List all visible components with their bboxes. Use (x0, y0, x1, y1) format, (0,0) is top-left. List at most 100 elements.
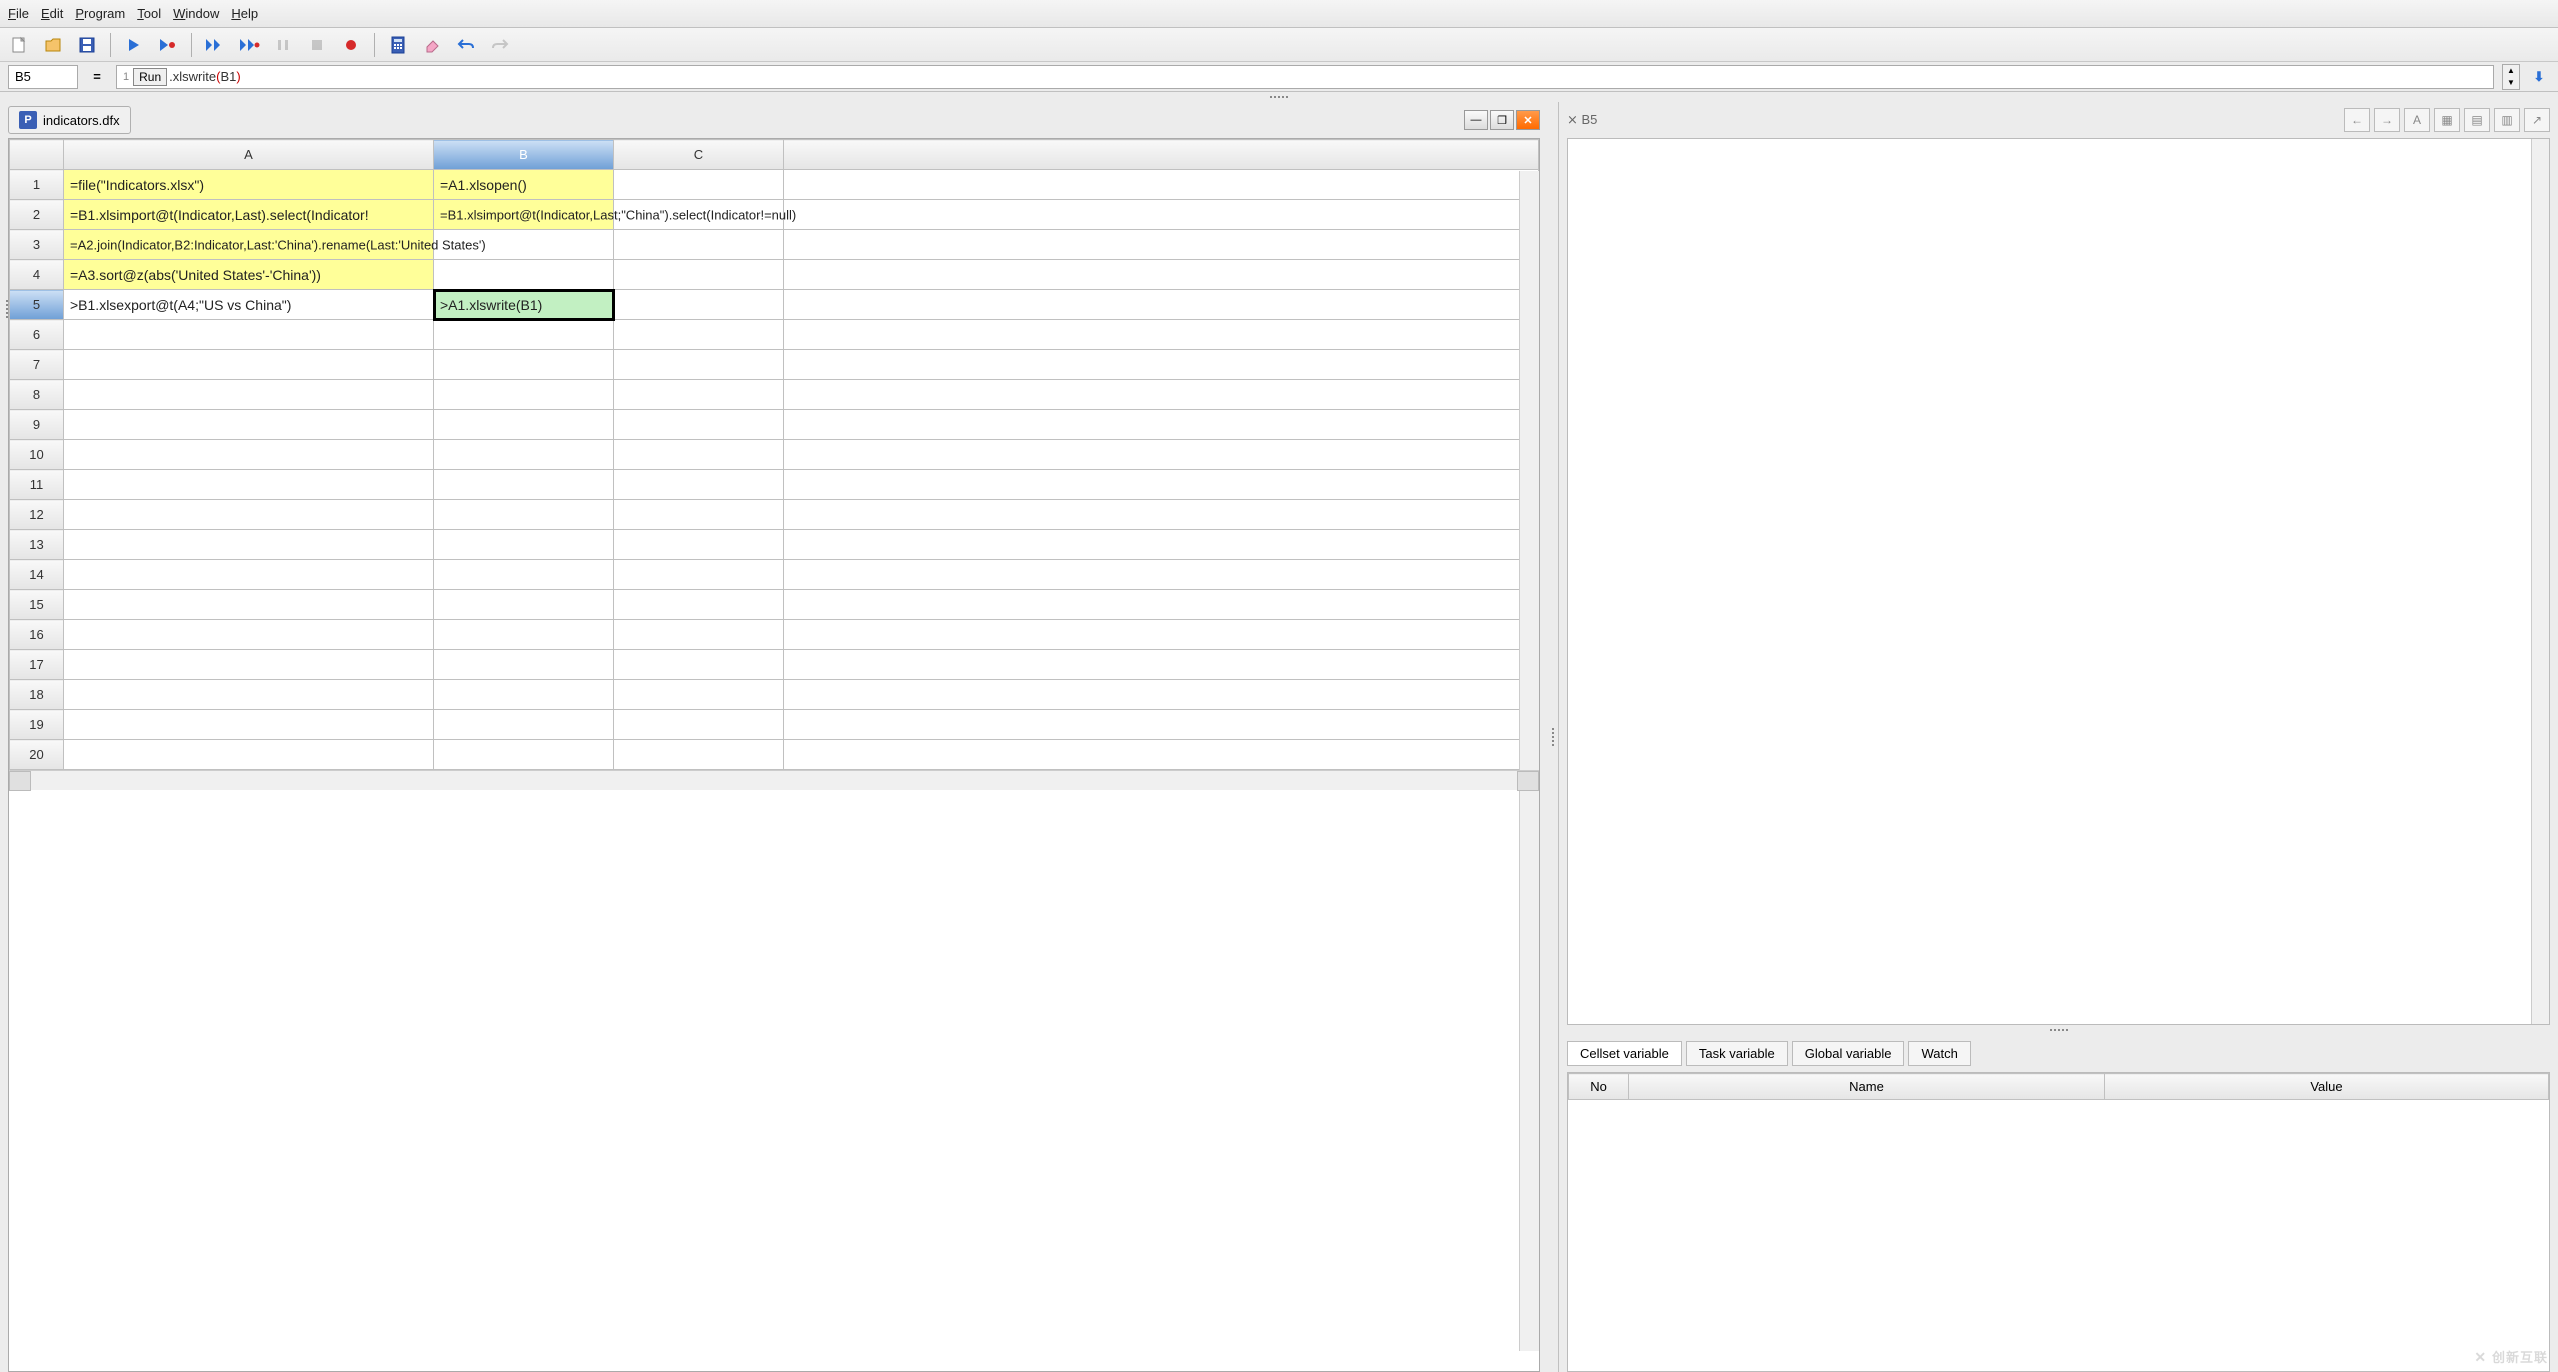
stepper-up-icon[interactable]: ▲ (2503, 65, 2519, 77)
cell-A6[interactable] (64, 320, 434, 350)
row-header-3[interactable]: 3 (10, 230, 64, 260)
preview-scrollbar[interactable] (2531, 139, 2549, 1024)
column-header-A[interactable]: A (64, 140, 434, 170)
cell-B10[interactable] (434, 440, 614, 470)
row-header-1[interactable]: 1 (10, 170, 64, 200)
breakpoint-icon[interactable] (340, 34, 362, 56)
step-into-icon[interactable] (238, 34, 260, 56)
cell-A19[interactable] (64, 710, 434, 740)
cell-A14[interactable] (64, 560, 434, 590)
cell-A15[interactable] (64, 590, 434, 620)
row-header-2[interactable]: 2 (10, 200, 64, 230)
cell-C19[interactable] (614, 710, 784, 740)
cell-A11[interactable] (64, 470, 434, 500)
stop-icon[interactable] (306, 34, 328, 56)
cell-C5[interactable] (614, 290, 784, 320)
close-button[interactable]: ✕ (1516, 110, 1540, 130)
cell-A2[interactable]: =B1.xlsimport@t(Indicator,Last).select(I… (64, 200, 434, 230)
new-file-icon[interactable] (8, 34, 30, 56)
pause-icon[interactable] (272, 34, 294, 56)
menu-help[interactable]: Help (231, 6, 258, 21)
tab-cellset-variable[interactable]: Cellset variable (1567, 1041, 1682, 1066)
redo-icon[interactable] (489, 34, 511, 56)
row-header-9[interactable]: 9 (10, 410, 64, 440)
cell-B13[interactable] (434, 530, 614, 560)
row-header-15[interactable]: 15 (10, 590, 64, 620)
cell-C4[interactable] (614, 260, 784, 290)
cell-A5[interactable]: >B1.xlsexport@t(A4;"US vs China") (64, 290, 434, 320)
pane-divider[interactable] (1548, 102, 1558, 1372)
cell-A10[interactable] (64, 440, 434, 470)
formula-stepper[interactable]: ▲ ▼ (2502, 64, 2520, 90)
cell-B1[interactable]: =A1.xlsopen() (434, 170, 614, 200)
select-all-corner[interactable] (10, 140, 64, 170)
row-header-4[interactable]: 4 (10, 260, 64, 290)
row-header-12[interactable]: 12 (10, 500, 64, 530)
row-header-8[interactable]: 8 (10, 380, 64, 410)
cell-C12[interactable] (614, 500, 784, 530)
cell-B9[interactable] (434, 410, 614, 440)
divider-handle[interactable] (0, 92, 2558, 102)
cell-C1[interactable] (614, 170, 784, 200)
cell-A1[interactable]: =file("Indicators.xlsx") (64, 170, 434, 200)
eraser-icon[interactable] (421, 34, 443, 56)
row-header-14[interactable]: 14 (10, 560, 64, 590)
cell-A4[interactable]: =A3.sort@z(abs('United States'-'China')) (64, 260, 434, 290)
cell-A8[interactable] (64, 380, 434, 410)
cell-C18[interactable] (614, 680, 784, 710)
menu-window[interactable]: Window (173, 6, 219, 21)
cell-B4[interactable] (434, 260, 614, 290)
nav-back-icon[interactable]: ← (2344, 108, 2370, 132)
cell-A18[interactable] (64, 680, 434, 710)
row-header-18[interactable]: 18 (10, 680, 64, 710)
calculator-icon[interactable] (387, 34, 409, 56)
cell-B17[interactable] (434, 650, 614, 680)
view-chart-icon[interactable]: ▥ (2494, 108, 2520, 132)
cell-B7[interactable] (434, 350, 614, 380)
row-header-7[interactable]: 7 (10, 350, 64, 380)
undo-icon[interactable] (455, 34, 477, 56)
horizontal-scrollbar[interactable] (9, 770, 1539, 790)
view-text-icon[interactable]: A (2404, 108, 2430, 132)
menu-edit[interactable]: Edit (41, 6, 63, 21)
cell-B5[interactable]: >A1.xlswrite(B1) (434, 290, 614, 320)
cell-B8[interactable] (434, 380, 614, 410)
tab-global-variable[interactable]: Global variable (1792, 1041, 1905, 1066)
cell-B16[interactable] (434, 620, 614, 650)
debug-run-icon[interactable] (157, 34, 179, 56)
cell-C14[interactable] (614, 560, 784, 590)
view-table-icon[interactable]: ▦ (2434, 108, 2460, 132)
stepper-down-icon[interactable]: ▼ (2503, 77, 2519, 89)
cell-C3[interactable] (614, 230, 784, 260)
cell-A3[interactable]: =A2.join(Indicator,B2:Indicator,Last:'Ch… (64, 230, 434, 260)
divider-handle[interactable] (1559, 1025, 2558, 1035)
run-button[interactable]: Run (133, 68, 167, 86)
row-header-5[interactable]: 5 (10, 290, 64, 320)
cell-B14[interactable] (434, 560, 614, 590)
nav-forward-icon[interactable]: → (2374, 108, 2400, 132)
cell-C9[interactable] (614, 410, 784, 440)
cell-A16[interactable] (64, 620, 434, 650)
apply-down-icon[interactable]: ⬇ (2528, 65, 2550, 89)
cell-C7[interactable] (614, 350, 784, 380)
maximize-button[interactable]: ❐ (1490, 110, 1514, 130)
row-header-6[interactable]: 6 (10, 320, 64, 350)
view-export-icon[interactable]: ↗ (2524, 108, 2550, 132)
row-header-16[interactable]: 16 (10, 620, 64, 650)
cell-C15[interactable] (614, 590, 784, 620)
minimize-button[interactable]: — (1464, 110, 1488, 130)
save-file-icon[interactable] (76, 34, 98, 56)
cell-C17[interactable] (614, 650, 784, 680)
cell-C16[interactable] (614, 620, 784, 650)
cell-C11[interactable] (614, 470, 784, 500)
cell-C13[interactable] (614, 530, 784, 560)
cell-C6[interactable] (614, 320, 784, 350)
step-over-icon[interactable] (204, 34, 226, 56)
column-header-B[interactable]: B (434, 140, 614, 170)
cell-A9[interactable] (64, 410, 434, 440)
row-header-13[interactable]: 13 (10, 530, 64, 560)
tab-watch[interactable]: Watch (1908, 1041, 1970, 1066)
cell-B3[interactable] (434, 230, 614, 260)
cell-B6[interactable] (434, 320, 614, 350)
cell-B11[interactable] (434, 470, 614, 500)
